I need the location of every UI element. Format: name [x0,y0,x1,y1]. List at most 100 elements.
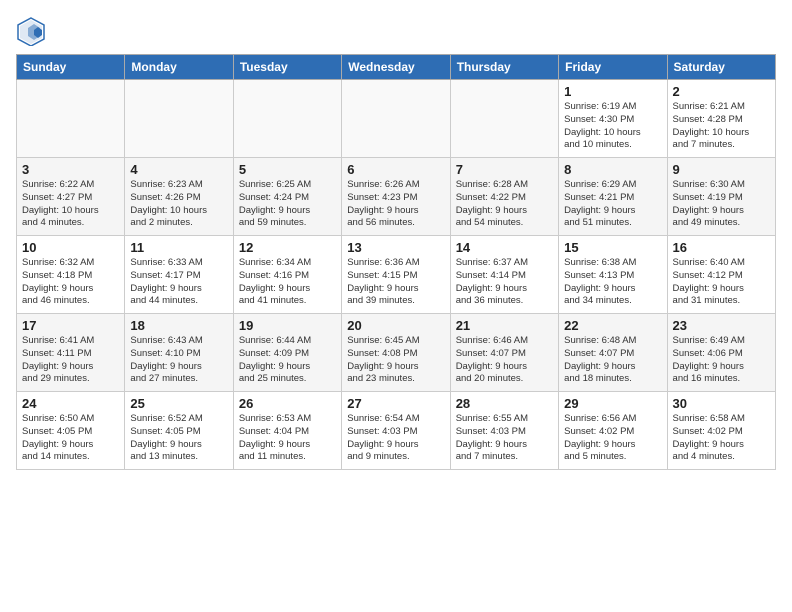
day-info: Sunrise: 6:53 AM Sunset: 4:04 PM Dayligh… [239,413,336,464]
calendar-cell: 14Sunrise: 6:37 AM Sunset: 4:14 PM Dayli… [450,236,558,314]
calendar-week-row: 17 Sunrise: 6:41 AM Sunset: 4:11 PM Dayli… [17,314,776,392]
day-number: 17 [22,318,119,333]
day-info: Sunrise: 6:32 AM Sunset: 4:18 PM Dayligh… [22,257,119,308]
day-info: Sunrise: 6:40 AM Sunset: 4:12 PM Dayligh… [673,257,770,308]
day-info: Sunrise: 6:36 AM Sunset: 4:15 PM Dayligh… [347,257,444,308]
calendar-cell: 16 Sunrise: 6:40 AM Sunset: 4:12 PM Dayli… [667,236,775,314]
day-info: Sunrise: 6:26 AM Sunset: 4:23 PM Dayligh… [347,179,444,230]
day-info: Sunrise: 6:19 AM Sunset: 4:30 PM Dayligh… [564,101,661,152]
calendar-cell: 24 Sunrise: 6:50 AM Sunset: 4:05 PM Dayli… [17,392,125,470]
calendar-cell [17,80,125,158]
day-number: 18 [130,318,227,333]
day-number: 10 [22,240,119,255]
calendar-cell: 1 Sunrise: 6:19 AM Sunset: 4:30 PM Daylig… [559,80,667,158]
calendar-cell: 18 Sunrise: 6:43 AM Sunset: 4:10 PM Dayli… [125,314,233,392]
calendar-cell: 2 Sunrise: 6:21 AM Sunset: 4:28 PM Daylig… [667,80,775,158]
day-number: 3 [22,162,119,177]
calendar-cell: 6 Sunrise: 6:26 AM Sunset: 4:23 PM Daylig… [342,158,450,236]
day-info: Sunrise: 6:43 AM Sunset: 4:10 PM Dayligh… [130,335,227,386]
calendar-cell: 12 Sunrise: 6:34 AM Sunset: 4:16 PM Dayli… [233,236,341,314]
day-number: 15 [564,240,661,255]
calendar-cell: 26 Sunrise: 6:53 AM Sunset: 4:04 PM Dayli… [233,392,341,470]
day-number: 21 [456,318,553,333]
calendar-table: SundayMondayTuesdayWednesdayThursdayFrid… [16,54,776,470]
day-number: 7 [456,162,553,177]
day-number: 20 [347,318,444,333]
day-number: 30 [673,396,770,411]
day-info: Sunrise: 6:28 AM Sunset: 4:22 PM Dayligh… [456,179,553,230]
calendar-cell: 21Sunrise: 6:46 AM Sunset: 4:07 PM Dayli… [450,314,558,392]
day-info: Sunrise: 6:22 AM Sunset: 4:27 PM Dayligh… [22,179,119,230]
calendar-cell: 7 Sunrise: 6:28 AM Sunset: 4:22 PM Daylig… [450,158,558,236]
day-info: Sunrise: 6:48 AM Sunset: 4:07 PM Dayligh… [564,335,661,386]
column-header-saturday: Saturday [667,55,775,80]
day-number: 4 [130,162,227,177]
day-number: 5 [239,162,336,177]
day-number: 28 [456,396,553,411]
day-number: 12 [239,240,336,255]
calendar-cell [342,80,450,158]
day-info: Sunrise: 6:38 AM Sunset: 4:13 PM Dayligh… [564,257,661,308]
column-header-tuesday: Tuesday [233,55,341,80]
calendar-cell: 22 Sunrise: 6:48 AM Sunset: 4:07 PM Dayli… [559,314,667,392]
calendar-cell: 25Sunrise: 6:52 AM Sunset: 4:05 PM Dayli… [125,392,233,470]
day-number: 11 [130,240,227,255]
calendar-week-row: 1 Sunrise: 6:19 AM Sunset: 4:30 PM Daylig… [17,80,776,158]
calendar-week-row: 3 Sunrise: 6:22 AM Sunset: 4:27 PM Daylig… [17,158,776,236]
day-number: 24 [22,396,119,411]
calendar-cell: 3 Sunrise: 6:22 AM Sunset: 4:27 PM Daylig… [17,158,125,236]
day-number: 6 [347,162,444,177]
column-header-monday: Monday [125,55,233,80]
calendar-cell: 8Sunrise: 6:29 AM Sunset: 4:21 PM Daylig… [559,158,667,236]
day-number: 8 [564,162,661,177]
day-info: Sunrise: 6:45 AM Sunset: 4:08 PM Dayligh… [347,335,444,386]
calendar-week-row: 24 Sunrise: 6:50 AM Sunset: 4:05 PM Dayli… [17,392,776,470]
day-info: Sunrise: 6:55 AM Sunset: 4:03 PM Dayligh… [456,413,553,464]
calendar-cell: 10 Sunrise: 6:32 AM Sunset: 4:18 PM Dayli… [17,236,125,314]
calendar-cell: 27 Sunrise: 6:54 AM Sunset: 4:03 PM Dayli… [342,392,450,470]
column-header-thursday: Thursday [450,55,558,80]
day-number: 1 [564,84,661,99]
calendar-cell: 29 Sunrise: 6:56 AM Sunset: 4:02 PM Dayli… [559,392,667,470]
day-number: 14 [456,240,553,255]
calendar-cell: 19 Sunrise: 6:44 AM Sunset: 4:09 PM Dayli… [233,314,341,392]
day-info: Sunrise: 6:50 AM Sunset: 4:05 PM Dayligh… [22,413,119,464]
day-info: Sunrise: 6:25 AM Sunset: 4:24 PM Dayligh… [239,179,336,230]
day-number: 23 [673,318,770,333]
calendar-week-row: 10 Sunrise: 6:32 AM Sunset: 4:18 PM Dayli… [17,236,776,314]
day-number: 22 [564,318,661,333]
day-info: Sunrise: 6:33 AM Sunset: 4:17 PM Dayligh… [130,257,227,308]
calendar-cell: 28 Sunrise: 6:55 AM Sunset: 4:03 PM Dayli… [450,392,558,470]
day-info: Sunrise: 6:58 AM Sunset: 4:02 PM Dayligh… [673,413,770,464]
calendar-cell: 9Sunrise: 6:30 AM Sunset: 4:19 PM Daylig… [667,158,775,236]
day-number: 26 [239,396,336,411]
calendar-cell: 15 Sunrise: 6:38 AM Sunset: 4:13 PM Dayli… [559,236,667,314]
day-number: 27 [347,396,444,411]
calendar-cell: 11 Sunrise: 6:33 AM Sunset: 4:17 PM Dayli… [125,236,233,314]
calendar-cell: 4 Sunrise: 6:23 AM Sunset: 4:26 PM Daylig… [125,158,233,236]
day-info: Sunrise: 6:41 AM Sunset: 4:11 PM Dayligh… [22,335,119,386]
logo-icon [16,16,46,46]
day-info: Sunrise: 6:49 AM Sunset: 4:06 PM Dayligh… [673,335,770,386]
day-info: Sunrise: 6:52 AM Sunset: 4:05 PM Dayligh… [130,413,227,464]
day-info: Sunrise: 6:34 AM Sunset: 4:16 PM Dayligh… [239,257,336,308]
day-info: Sunrise: 6:44 AM Sunset: 4:09 PM Dayligh… [239,335,336,386]
day-number: 16 [673,240,770,255]
day-info: Sunrise: 6:56 AM Sunset: 4:02 PM Dayligh… [564,413,661,464]
day-number: 29 [564,396,661,411]
calendar-cell: 20 Sunrise: 6:45 AM Sunset: 4:08 PM Dayli… [342,314,450,392]
logo [16,16,50,46]
column-header-friday: Friday [559,55,667,80]
column-header-sunday: Sunday [17,55,125,80]
day-info: Sunrise: 6:21 AM Sunset: 4:28 PM Dayligh… [673,101,770,152]
calendar-cell: 30 Sunrise: 6:58 AM Sunset: 4:02 PM Dayli… [667,392,775,470]
calendar-cell: 17 Sunrise: 6:41 AM Sunset: 4:11 PM Dayli… [17,314,125,392]
day-info: Sunrise: 6:23 AM Sunset: 4:26 PM Dayligh… [130,179,227,230]
calendar-header-row: SundayMondayTuesdayWednesdayThursdayFrid… [17,55,776,80]
calendar-cell [233,80,341,158]
calendar-cell [125,80,233,158]
day-number: 19 [239,318,336,333]
calendar-cell: 13Sunrise: 6:36 AM Sunset: 4:15 PM Dayli… [342,236,450,314]
day-info: Sunrise: 6:54 AM Sunset: 4:03 PM Dayligh… [347,413,444,464]
day-number: 2 [673,84,770,99]
